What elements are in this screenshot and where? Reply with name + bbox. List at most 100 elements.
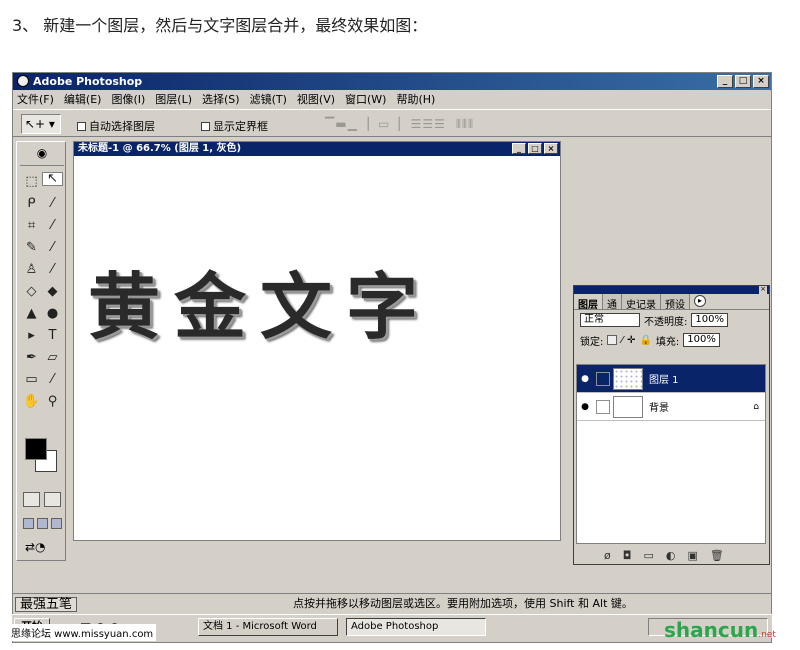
standard-mode-icon[interactable] bbox=[23, 492, 40, 507]
watermark-shancun: shancun.net bbox=[664, 618, 776, 642]
brush-link-icon[interactable] bbox=[596, 371, 610, 386]
crop-tool-icon[interactable]: ⌗ bbox=[21, 216, 42, 236]
menu-file[interactable]: 文件(F) bbox=[17, 91, 54, 108]
layer-style-icon[interactable]: ø bbox=[604, 549, 611, 562]
toolbox-eye-icon[interactable]: ◉ bbox=[20, 146, 64, 166]
doc-close-button[interactable]: × bbox=[544, 143, 558, 154]
magic-wand-tool-icon[interactable]: ⁄ bbox=[42, 194, 63, 214]
tool-preset-picker[interactable]: ↖+ ▾ bbox=[21, 114, 61, 134]
history-brush-tool-icon[interactable]: ⁄ bbox=[42, 260, 63, 280]
menu-edit[interactable]: 编辑(E) bbox=[64, 91, 102, 108]
path-select-tool-icon[interactable]: ▸ bbox=[21, 326, 42, 346]
lock-label: 锁定: bbox=[580, 336, 604, 348]
menu-filter[interactable]: 滤镜(T) bbox=[250, 91, 287, 108]
menu-layer[interactable]: 图层(L) bbox=[155, 91, 192, 108]
menu-image[interactable]: 图像(I) bbox=[111, 91, 145, 108]
task-word[interactable]: 文档 1 - Microsoft Word bbox=[198, 618, 338, 636]
panel-close-icon[interactable]: × bbox=[759, 286, 767, 294]
tab-history[interactable]: 史记录 bbox=[622, 294, 661, 311]
screen-mode-full-icon[interactable] bbox=[51, 518, 62, 529]
layer-row-layer1[interactable]: ● 图层 1 bbox=[577, 365, 765, 393]
dodge-tool-icon[interactable]: ● bbox=[42, 304, 63, 324]
eyedropper-tool-icon[interactable]: ⁄ bbox=[42, 370, 63, 390]
link-icon[interactable] bbox=[596, 399, 610, 414]
screen-mode-full-menu-icon[interactable] bbox=[37, 518, 48, 529]
align-top-icon[interactable]: ▔▬▁ bbox=[325, 117, 358, 131]
doc-maximize-button[interactable]: □ bbox=[528, 143, 542, 154]
document-title-bar: 未标题-1 @ 66.7% (图层 1, 灰色) _ □ × bbox=[74, 142, 560, 156]
menu-select[interactable]: 选择(S) bbox=[202, 91, 240, 108]
panel-menu-icon[interactable]: ▸ bbox=[694, 295, 706, 307]
blend-mode-select[interactable]: 正常 bbox=[580, 313, 640, 327]
menu-bar: 文件(F) 编辑(E) 图像(I) 图层(L) 选择(S) 滤镜(T) 视图(V… bbox=[13, 91, 771, 108]
lock-transparency-icon[interactable] bbox=[607, 335, 618, 345]
align-left-icon[interactable]: ▏▭▕ bbox=[368, 117, 401, 131]
zoom-tool-icon[interactable]: ⚲ bbox=[42, 392, 63, 412]
panel-footer: ø ◘ ▭ ◐ ▣ 🗑 bbox=[574, 546, 769, 564]
opacity-label: 不透明度: bbox=[644, 316, 688, 328]
notes-tool-icon[interactable]: ▭ bbox=[21, 370, 42, 390]
healing-brush-tool-icon[interactable]: ✎ bbox=[21, 238, 42, 258]
checkbox-box[interactable] bbox=[201, 121, 210, 131]
adjustment-layer-icon[interactable]: ◐ bbox=[666, 549, 676, 562]
visibility-eye-icon[interactable]: ● bbox=[577, 402, 593, 412]
fill-input[interactable]: 100% bbox=[683, 333, 720, 347]
jump-to-imageready-icon[interactable]: ⇄◔ bbox=[25, 540, 46, 554]
menu-window[interactable]: 窗口(W) bbox=[345, 91, 386, 108]
app-title: Adobe Photoshop bbox=[33, 75, 143, 88]
type-tool-icon[interactable]: T bbox=[42, 326, 63, 346]
tab-presets[interactable]: 预设 bbox=[661, 294, 690, 311]
shape-tool-icon[interactable]: ▱ bbox=[42, 348, 63, 368]
panel-title-bar: × bbox=[574, 286, 769, 294]
brush-tool-icon[interactable]: ⁄ bbox=[42, 238, 63, 258]
layer-name: 背景 bbox=[649, 403, 669, 414]
options-bar: ↖+ ▾ 自动选择图层 显示定界框 ▔▬▁ ▏▭▕ ☰☰☰ ⫴⫴⫴ bbox=[13, 109, 771, 137]
foreground-color-swatch[interactable] bbox=[25, 438, 47, 460]
checkbox-box[interactable] bbox=[77, 121, 86, 131]
distribute-top-icon[interactable]: ☰☰☰ bbox=[411, 117, 446, 131]
layer-thumbnail bbox=[613, 367, 643, 390]
watermark-missyuan: 思缘论坛 www.missyuan.com bbox=[8, 624, 157, 641]
clone-stamp-tool-icon[interactable]: ♙ bbox=[21, 260, 42, 280]
menu-view[interactable]: 视图(V) bbox=[297, 91, 335, 108]
marquee-tool-icon[interactable]: ⬚ bbox=[21, 172, 42, 192]
lock-all-icon[interactable]: 🔒 bbox=[639, 335, 651, 346]
slice-tool-icon[interactable]: ⁄ bbox=[42, 216, 63, 236]
show-bounds-label: 显示定界框 bbox=[213, 120, 268, 133]
eraser-tool-icon[interactable]: ◇ bbox=[21, 282, 42, 302]
maximize-button[interactable]: □ bbox=[735, 75, 751, 88]
doc-minimize-button[interactable]: _ bbox=[512, 143, 526, 154]
move-tool-icon[interactable]: ↖ bbox=[42, 172, 63, 186]
align-distribute-icons: ▔▬▁ ▏▭▕ ☰☰☰ ⫴⫴⫴ bbox=[325, 116, 595, 132]
show-bounds-checkbox[interactable]: 显示定界框 bbox=[201, 118, 268, 134]
task-photoshop[interactable]: Adobe Photoshop bbox=[346, 618, 486, 636]
color-swatches bbox=[23, 436, 63, 476]
paint-bucket-tool-icon[interactable]: ◆ bbox=[42, 282, 63, 302]
quick-mask-mode-icon[interactable] bbox=[44, 492, 61, 507]
auto-select-checkbox[interactable]: 自动选择图层 bbox=[77, 118, 155, 134]
blur-tool-icon[interactable]: ▲ bbox=[21, 304, 42, 324]
toolbox: ◉ ⬚ ↖ ᑭ ⁄ ⌗ ⁄ ✎ ⁄ ♙ ⁄ ◇ ◆ ▲ ● ▸ T ✒ ▱ ▭ … bbox=[16, 141, 66, 561]
screen-mode-standard-icon[interactable] bbox=[23, 518, 34, 529]
layer-set-icon[interactable]: ▭ bbox=[643, 549, 653, 562]
photoshop-window: Adobe Photoshop _ □ × 文件(F) 编辑(E) 图像(I) … bbox=[12, 72, 772, 643]
hand-tool-icon[interactable]: ✋ bbox=[21, 392, 42, 412]
tab-layers[interactable]: 图层 bbox=[574, 294, 603, 311]
layer-row-background[interactable]: ● 背景 ⌂ bbox=[577, 393, 765, 421]
lasso-tool-icon[interactable]: ᑭ bbox=[21, 194, 42, 214]
lock-image-icon[interactable]: ⁄ bbox=[621, 335, 623, 346]
distribute-left-icon[interactable]: ⫴⫴⫴ bbox=[456, 117, 474, 132]
menu-help[interactable]: 帮助(H) bbox=[396, 91, 435, 108]
watermark-shancun-suffix: .net bbox=[758, 630, 776, 640]
minimize-button[interactable]: _ bbox=[717, 75, 733, 88]
ime-toolbar[interactable]: 最强五笔 bbox=[15, 597, 78, 612]
visibility-eye-icon[interactable]: ● bbox=[577, 374, 593, 384]
close-button[interactable]: × bbox=[753, 75, 769, 88]
opacity-input[interactable]: 100% bbox=[691, 313, 728, 327]
trash-icon[interactable]: 🗑 bbox=[710, 549, 724, 562]
layer-mask-icon[interactable]: ◘ bbox=[623, 549, 632, 562]
pen-tool-icon[interactable]: ✒ bbox=[21, 348, 42, 368]
lock-position-icon[interactable]: ✛ bbox=[627, 335, 635, 346]
new-layer-icon[interactable]: ▣ bbox=[687, 549, 697, 562]
tab-channels[interactable]: 通 bbox=[603, 294, 622, 311]
